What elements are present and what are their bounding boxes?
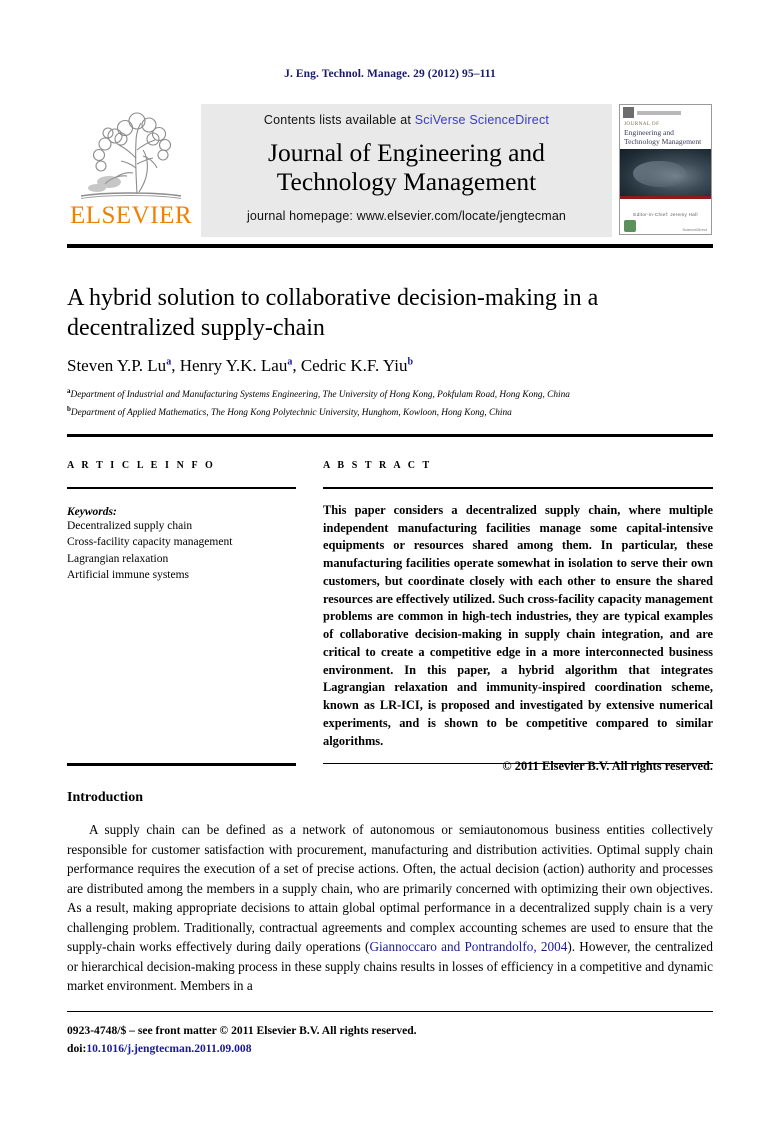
keyword-item: Lagrangian relaxation xyxy=(67,552,169,565)
keywords-label: Keywords: xyxy=(67,506,117,518)
cover-topbar xyxy=(620,105,711,120)
journal-cover: JOURNAL OF Engineering and Technology Ma… xyxy=(618,104,713,237)
keywords-list: Decentralized supply chain Cross-facilit… xyxy=(67,518,296,583)
affiliation-text: Department of Applied Mathematics, The H… xyxy=(70,407,512,418)
author-name: Cedric K.F. Yiu xyxy=(300,356,408,376)
footer-rule xyxy=(67,1011,713,1012)
abstract-bottom-rule xyxy=(323,763,713,764)
cover-photo xyxy=(620,149,711,197)
affiliation-item: bDepartment of Applied Mathematics, The … xyxy=(67,404,713,421)
contents-line: Contents lists available at SciVerse Sci… xyxy=(264,113,549,127)
article-info-rule xyxy=(67,487,296,489)
article-info-bottom-rule xyxy=(67,763,296,766)
journal-title: Journal of Engineering and Technology Ma… xyxy=(268,138,545,196)
citation-link[interactable]: Giannoccaro and Pontrandolfo, 2004 xyxy=(369,939,567,954)
abstract-section: A B S T R A C T xyxy=(323,460,713,471)
journal-band: Contents lists available at SciVerse Sci… xyxy=(201,104,612,237)
keyword-item: Cross-facility capacity management xyxy=(67,536,233,549)
journal-title-line1: Journal of Engineering and xyxy=(268,138,545,167)
abstract-copyright: © 2011 Elsevier B.V. All rights reserved… xyxy=(502,759,713,774)
doi-link[interactable]: 10.1016/j.jengtecman.2011.09.008 xyxy=(86,1042,251,1055)
introduction-paragraph: A supply chain can be defined as a netwo… xyxy=(67,820,713,996)
journal-masthead: ELSEVIER Contents lists available at Sci… xyxy=(67,104,713,237)
introduction-section: Introduction A supply chain can be defin… xyxy=(67,790,713,996)
abstract-body: This paper considers a decentralized sup… xyxy=(323,492,713,774)
elsevier-wordmark: ELSEVIER xyxy=(69,202,193,229)
abstract-text: This paper considers a decentralized sup… xyxy=(323,503,713,748)
elsevier-tree-icon xyxy=(80,112,182,199)
running-head: J. Eng. Technol. Manage. 29 (2012) 95–11… xyxy=(284,68,496,80)
affiliation-list: aDepartment of Industrial and Manufactur… xyxy=(67,386,713,420)
contents-prefix: Contents lists available at xyxy=(263,113,415,127)
author-name: Steven Y.P. Lu xyxy=(67,356,167,376)
doi-label: doi: xyxy=(67,1041,87,1055)
affiliation-item: aDepartment of Industrial and Manufactur… xyxy=(67,386,713,403)
introduction-heading: Introduction xyxy=(67,790,143,805)
journal-title-line2: Technology Management xyxy=(276,167,537,197)
cover-header-rule xyxy=(637,110,708,115)
article-info-heading: A R T I C L E I N F O xyxy=(67,460,216,471)
doi-line: doi:10.1016/j.jengtecman.2011.09.008 xyxy=(67,1040,713,1058)
front-matter-line: 0923-4748/$ – see front matter © 2011 El… xyxy=(67,1024,417,1037)
cover-title: JOURNAL OF Engineering and Technology Ma… xyxy=(620,120,711,146)
affiliation-text: Department of Industrial and Manufacturi… xyxy=(70,390,570,401)
article-page: J. Eng. Technol. Manage. 29 (2012) 95–11… xyxy=(0,0,780,1134)
page-footer: 0923-4748/$ – see front matter © 2011 El… xyxy=(67,1022,713,1058)
article-info-section: A R T I C L E I N F O xyxy=(67,460,296,471)
cover-footer: ScienceDirect xyxy=(620,220,711,232)
author-affiliation-marker: b xyxy=(407,356,414,368)
cover-elsevier-icon xyxy=(623,107,634,118)
keyword-item: Decentralized supply chain xyxy=(67,520,193,532)
author-list: Steven Y.P. Lua, Henry Y.K. Laua, Cedric… xyxy=(67,356,414,376)
author-affiliation-marker: a xyxy=(287,356,293,368)
cover-divider xyxy=(620,196,711,200)
abstract-rule xyxy=(323,487,713,489)
title-bottom-rule xyxy=(67,434,713,437)
keywords-block: Keywords: Decentralized supply chain Cro… xyxy=(67,497,296,583)
masthead-bottom-rule xyxy=(67,244,713,248)
paragraph-text-part1: A supply chain can be defined as a netwo… xyxy=(67,822,713,955)
abstract-heading: A B S T R A C T xyxy=(323,460,432,471)
author-affiliation-marker: a xyxy=(166,356,172,368)
title-block: A hybrid solution to collaborative decis… xyxy=(67,283,713,421)
journal-homepage-link[interactable]: journal homepage: www.elsevier.com/locat… xyxy=(247,209,566,223)
journal-cover-thumbnail: JOURNAL OF Engineering and Technology Ma… xyxy=(619,104,712,235)
cover-editor-line: Editor-in-Chief: Jeremy Hall xyxy=(633,212,698,218)
cover-title-line1: Engineering and xyxy=(624,127,674,137)
page-title: A hybrid solution to collaborative decis… xyxy=(67,285,599,342)
elsevier-logo: ELSEVIER xyxy=(67,104,195,237)
sciencedirect-link[interactable]: SciVerse ScienceDirect xyxy=(415,113,549,127)
cover-sciencedirect-mark: ScienceDirect xyxy=(682,227,707,232)
cover-title-line2: Technology Management xyxy=(624,136,702,146)
keyword-item: Artificial immune systems xyxy=(67,568,190,581)
author-name: Henry Y.K. Lau xyxy=(179,356,288,376)
cover-leaf-icon xyxy=(624,220,636,232)
